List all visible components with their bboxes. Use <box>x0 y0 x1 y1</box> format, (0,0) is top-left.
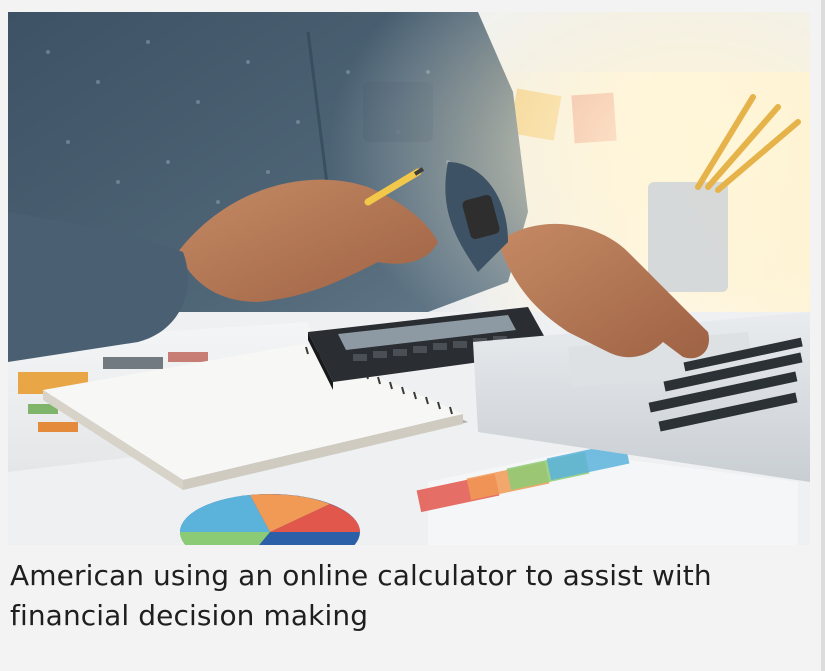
figure: American using an online calculator to a… <box>0 0 825 671</box>
figure-caption: American using an online calculator to a… <box>10 559 712 632</box>
container-border <box>821 0 825 671</box>
figure-photo <box>8 12 810 545</box>
